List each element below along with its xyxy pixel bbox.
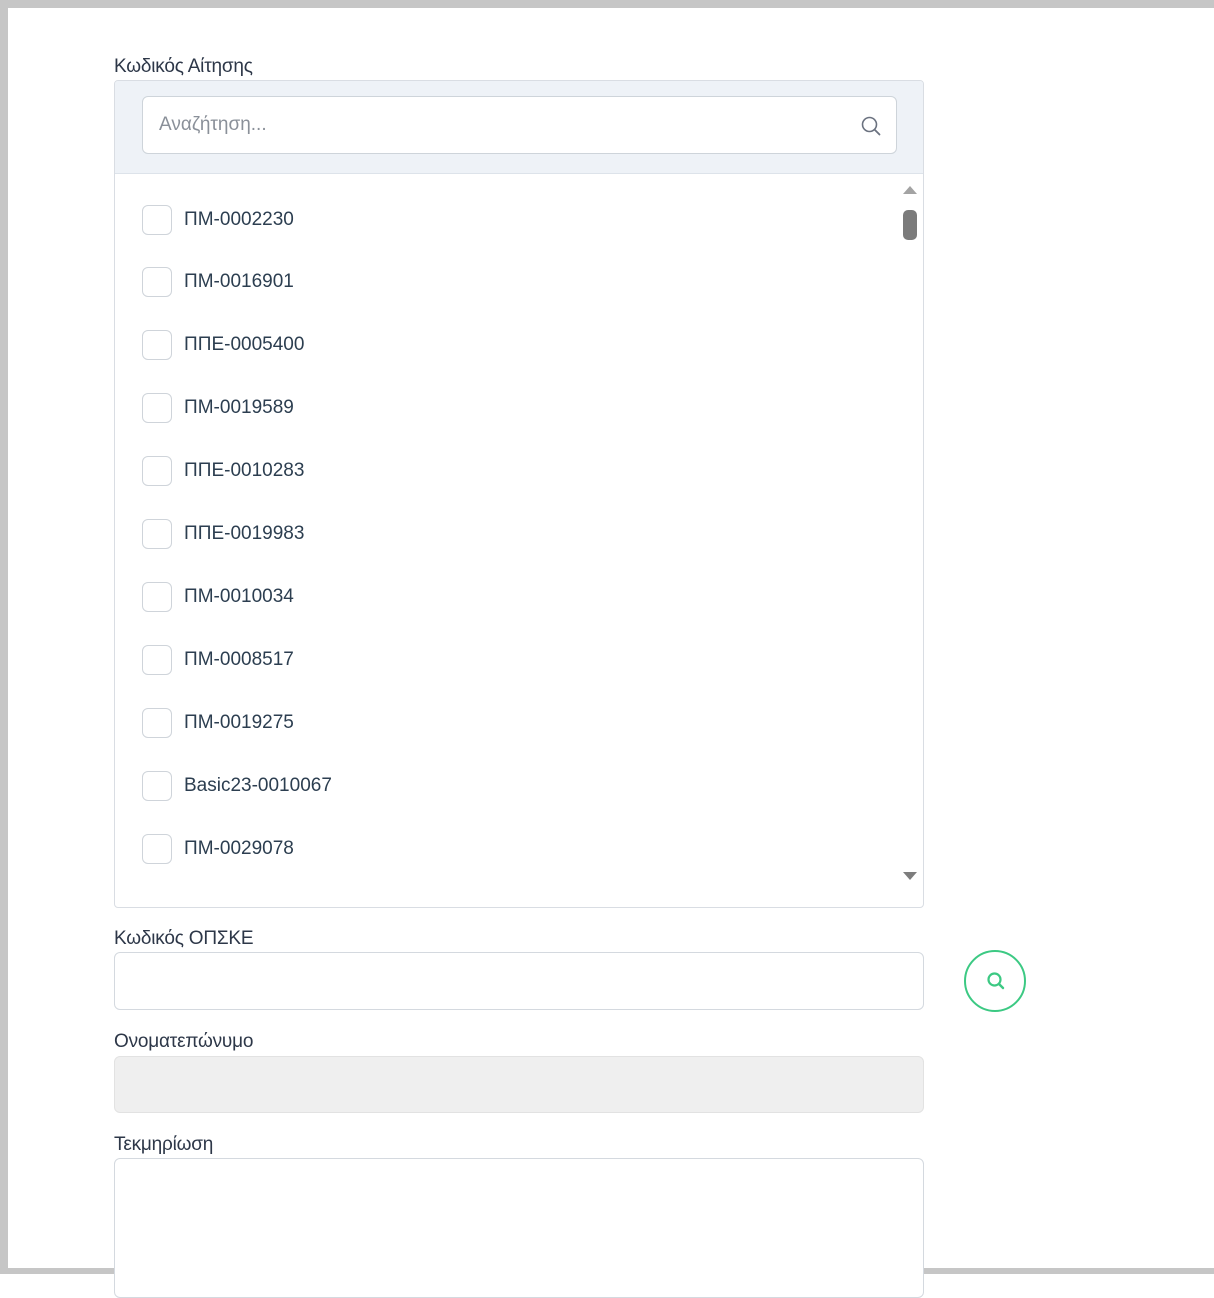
documentation-label: Τεκμηρίωση xyxy=(114,1134,214,1155)
option-label: ΠΜ-0019275 xyxy=(184,712,294,733)
full-name-input xyxy=(114,1056,924,1113)
list-item[interactable]: ΠΠΕ-0010283 xyxy=(142,455,304,487)
opske-code-input[interactable] xyxy=(114,952,924,1010)
documentation-textarea[interactable] xyxy=(114,1158,924,1298)
option-label: ΠΜ-0029078 xyxy=(184,838,294,859)
opske-search-button[interactable] xyxy=(964,950,1026,1012)
option-checkbox[interactable] xyxy=(142,834,172,864)
search-icon xyxy=(860,115,882,137)
request-code-multiselect: ΠΜ-0002230 ΠΜ-0016901 ΠΠΕ-0005400 ΠΜ-001… xyxy=(114,80,924,908)
option-label: ΠΠΕ-0005400 xyxy=(184,334,305,355)
option-label: Basic23-0010067 xyxy=(184,775,332,796)
option-checkbox[interactable] xyxy=(142,519,172,549)
scroll-up-arrow-icon[interactable] xyxy=(903,186,917,194)
option-checkbox[interactable] xyxy=(142,267,172,297)
option-checkbox[interactable] xyxy=(142,456,172,486)
list-item[interactable]: ΠΜ-0010034 xyxy=(142,581,294,613)
option-checkbox[interactable] xyxy=(142,771,172,801)
list-item[interactable]: ΠΜ-0019275 xyxy=(142,707,294,739)
full-name-label: Ονοματεπώνυμο xyxy=(114,1031,254,1052)
scroll-down-arrow-icon[interactable] xyxy=(903,872,917,880)
list-item[interactable]: ΠΠΕ-0005400 xyxy=(142,329,304,361)
scroll-thumb[interactable] xyxy=(903,210,917,240)
multiselect-options-list: ΠΜ-0002230 ΠΜ-0016901 ΠΠΕ-0005400 ΠΜ-001… xyxy=(115,174,923,907)
search-icon xyxy=(987,972,1005,990)
list-item[interactable]: Basic23-0010067 xyxy=(142,770,332,802)
option-checkbox[interactable] xyxy=(142,708,172,738)
multiselect-header xyxy=(115,81,923,174)
option-checkbox[interactable] xyxy=(142,330,172,360)
request-code-label: Κωδικός Αίτησης xyxy=(114,56,253,77)
list-item[interactable]: ΠΜ-0008517 xyxy=(142,644,294,676)
option-label: ΠΜ-0019589 xyxy=(184,397,294,418)
option-checkbox[interactable] xyxy=(142,582,172,612)
option-label: ΠΠΕ-0010283 xyxy=(184,460,305,481)
option-label: ΠΜ-0016901 xyxy=(184,271,294,292)
multiselect-search-input[interactable] xyxy=(143,97,843,153)
option-label: ΠΠΕ-0019983 xyxy=(184,523,305,544)
multiselect-search-box xyxy=(142,96,897,154)
list-item[interactable]: ΠΜ-0002230 xyxy=(142,204,294,236)
option-label: ΠΜ-0010034 xyxy=(184,586,294,607)
list-scrollbar[interactable] xyxy=(896,174,922,894)
option-checkbox[interactable] xyxy=(142,205,172,235)
opske-code-label: Κωδικός ΟΠΣΚΕ xyxy=(114,928,254,949)
list-item[interactable]: ΠΜ-0016901 xyxy=(142,266,294,298)
option-label: ΠΜ-0008517 xyxy=(184,649,294,670)
option-checkbox[interactable] xyxy=(142,645,172,675)
list-item[interactable]: ΠΜ-0019589 xyxy=(142,392,294,424)
option-checkbox[interactable] xyxy=(142,393,172,423)
list-item[interactable]: ΠΜ-0029078 xyxy=(142,833,294,865)
list-item[interactable]: ΠΠΕ-0019983 xyxy=(142,518,304,550)
option-label: ΠΜ-0002230 xyxy=(184,209,294,230)
